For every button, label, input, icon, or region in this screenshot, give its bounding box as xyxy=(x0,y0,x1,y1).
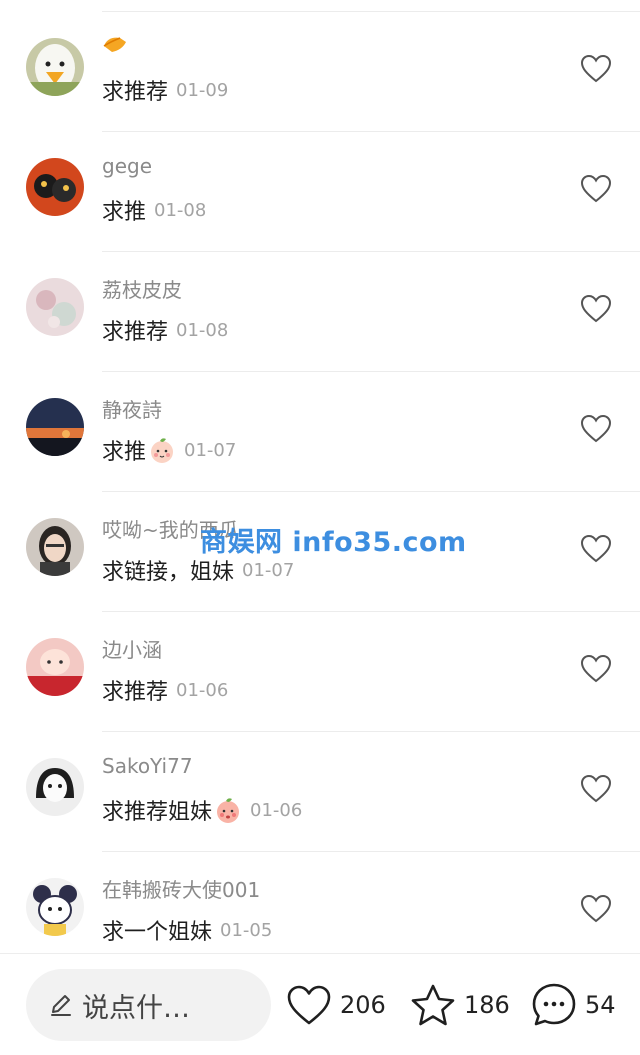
comment-input-placeholder: 说点什… xyxy=(82,992,190,1024)
avatar[interactable] xyxy=(26,158,84,216)
comment-date: 01-06 xyxy=(176,679,229,701)
heart-icon[interactable] xyxy=(580,174,612,204)
comment-text: 求推 xyxy=(102,200,147,225)
comment-author[interactable]: 荔枝皮皮 xyxy=(102,274,182,303)
comment-text: 求推荐姐妹 xyxy=(102,800,213,825)
comment-text: 求推荐 xyxy=(102,320,169,345)
comment-date: 01-07 xyxy=(242,559,295,581)
comment-item: gege 求推 01-08 xyxy=(0,132,640,252)
comment-author[interactable]: 在韩搬砖大使001 xyxy=(102,874,260,903)
comment-date: 01-09 xyxy=(176,79,229,101)
heart-icon[interactable] xyxy=(580,774,612,804)
avatar[interactable] xyxy=(26,398,84,456)
comment-bubble-icon xyxy=(532,983,576,1026)
comment-text: 求推 xyxy=(102,440,147,465)
heart-icon[interactable] xyxy=(580,894,612,924)
comment-date: 01-08 xyxy=(154,199,207,221)
comment-item: 静夜詩 求推 01-07 xyxy=(0,372,640,492)
comment-author[interactable]: gege xyxy=(102,154,152,178)
comment-date: 01-06 xyxy=(250,799,303,821)
favorite-button[interactable]: 186 xyxy=(410,982,510,1028)
comment-item: 求推荐 01-09 xyxy=(0,12,640,132)
comment-item: 边小涵 求推荐 01-06 xyxy=(0,612,640,732)
comment-author[interactable] xyxy=(102,34,128,61)
comment-author[interactable]: SakoYi77 xyxy=(102,754,193,778)
avatar[interactable] xyxy=(26,758,84,816)
watermark: 商娱网 info35.com xyxy=(200,527,467,558)
favorite-count: 186 xyxy=(464,991,510,1019)
comment-text: 求推荐 xyxy=(102,80,169,105)
comment-date: 01-07 xyxy=(184,439,237,461)
badge-icon xyxy=(102,34,128,56)
heart-icon[interactable] xyxy=(580,414,612,444)
comment-item: 荔枝皮皮 求推荐 01-08 xyxy=(0,252,640,372)
comment-text: 求一个姐妹 xyxy=(102,920,213,945)
comment-count: 54 xyxy=(585,991,616,1019)
heart-icon[interactable] xyxy=(580,294,612,324)
comment-date: 01-08 xyxy=(176,319,229,341)
avatar[interactable] xyxy=(26,878,84,936)
heart-icon xyxy=(287,985,331,1025)
peach-face-emoji-icon xyxy=(214,796,242,824)
avatar[interactable] xyxy=(26,638,84,696)
comment-author[interactable]: 静夜詩 xyxy=(102,394,162,423)
heart-icon[interactable] xyxy=(580,654,612,684)
bottom-action-bar: 说点什… 206 186 54 xyxy=(0,953,640,1055)
avatar[interactable] xyxy=(26,38,84,96)
avatar[interactable] xyxy=(26,518,84,576)
pencil-icon xyxy=(48,992,74,1018)
comment-author[interactable]: 边小涵 xyxy=(102,634,162,663)
comment-input[interactable]: 说点什… xyxy=(26,969,271,1041)
comment-item: SakoYi77 求推荐姐妹 01-06 xyxy=(0,732,640,852)
heart-icon[interactable] xyxy=(580,534,612,564)
star-icon xyxy=(411,984,455,1026)
like-count: 206 xyxy=(340,991,386,1019)
comment-list: 求推荐 01-09 gege 求推 01-08 荔枝皮皮 求推荐 01-08 静… xyxy=(0,0,640,955)
comment-button[interactable]: 54 xyxy=(531,982,616,1028)
comment-date: 01-05 xyxy=(220,919,273,941)
like-button[interactable]: 206 xyxy=(286,982,386,1028)
peach-face-emoji-icon xyxy=(148,436,176,464)
comment-item: 在韩搬砖大使001 求一个姐妹 01-05 xyxy=(0,852,640,955)
avatar[interactable] xyxy=(26,278,84,336)
comment-text: 求推荐 xyxy=(102,680,169,705)
heart-icon[interactable] xyxy=(580,54,612,84)
